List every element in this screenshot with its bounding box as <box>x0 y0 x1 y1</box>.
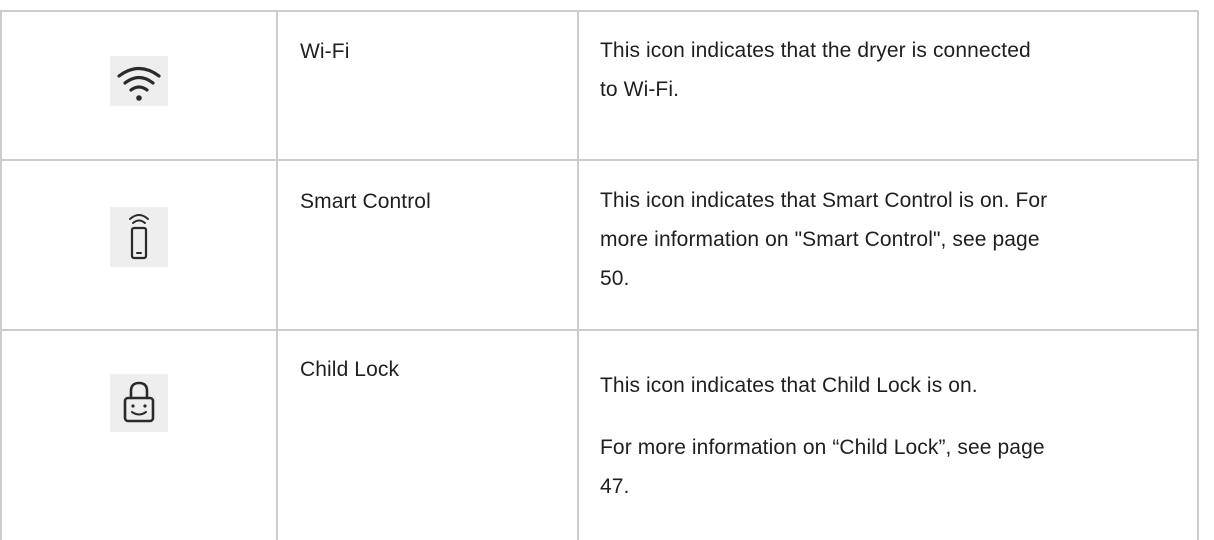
description-line: This icon indicates that Smart Control i… <box>600 189 1048 212</box>
row-description-smart-control: This icon indicates that Smart Control i… <box>600 181 1200 298</box>
row-description-child-lock-extra: For more information on “Child Lock”, se… <box>600 428 1200 506</box>
description-line: 47. <box>600 475 630 498</box>
row-name-wifi: Wi-Fi <box>300 40 350 63</box>
table-border-left <box>0 10 2 540</box>
row-name-child-lock: Child Lock <box>300 358 400 381</box>
description-line: This icon indicates that Child Lock is o… <box>600 374 978 397</box>
icon-description-table: Wi-Fi This icon indicates that the dryer… <box>0 0 1214 540</box>
row-divider-1 <box>0 159 1199 161</box>
row-name-smart-control: Smart Control <box>300 190 431 213</box>
table-border-top <box>0 10 1199 12</box>
description-line: 50. <box>600 267 630 290</box>
child-lock-icon <box>110 374 168 432</box>
description-line: This icon indicates that the dryer is co… <box>600 39 1031 62</box>
row-divider-2 <box>0 329 1199 331</box>
smart-control-icon <box>110 207 168 267</box>
description-line: more information on "Smart Control", see… <box>600 228 1040 251</box>
description-line: to Wi-Fi. <box>600 78 680 101</box>
column-divider-2 <box>577 10 579 540</box>
wifi-icon <box>110 56 168 106</box>
description-line: For more information on “Child Lock”, se… <box>600 436 1045 459</box>
row-description-child-lock: This icon indicates that Child Lock is o… <box>600 366 1200 405</box>
row-description-wifi: This icon indicates that the dryer is co… <box>600 31 1200 109</box>
column-divider-1 <box>276 10 278 540</box>
